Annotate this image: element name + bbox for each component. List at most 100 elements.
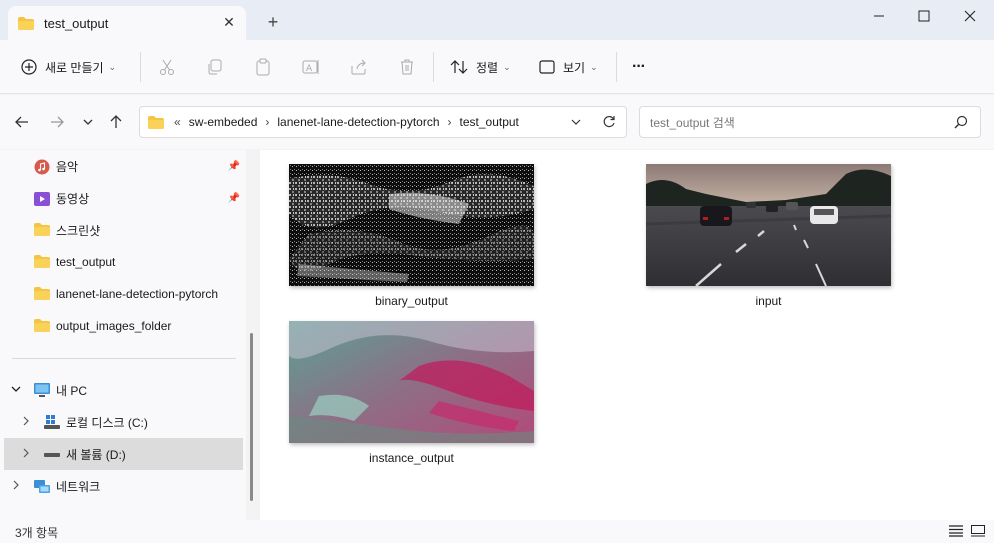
- chevron-right-icon[interactable]: [20, 415, 32, 429]
- new-button[interactable]: 새로 만들기 ⌄: [21, 54, 116, 80]
- sidebar-item-label: output_images_folder: [56, 319, 172, 333]
- minimize-button[interactable]: [856, 0, 902, 32]
- sidebar-item-label: 내 PC: [56, 383, 88, 398]
- cut-icon[interactable]: [157, 57, 177, 77]
- sidebar-item-label: 로컬 디스크 (C:): [66, 415, 148, 430]
- details-view-icon[interactable]: [949, 525, 963, 537]
- sidebar-item-output-images-folder[interactable]: output_images_folder: [34, 310, 246, 342]
- copy-icon[interactable]: [205, 57, 225, 77]
- instance-output-image: [289, 321, 534, 443]
- sidebar-item-screenshots[interactable]: 스크린샷: [34, 214, 246, 246]
- sidebar-item-videos[interactable]: 동영상 📌: [34, 182, 246, 214]
- thumbnail-instance-output[interactable]: [289, 321, 534, 443]
- tab-close-button[interactable]: ✕: [222, 15, 236, 29]
- sidebar-item-network[interactable]: 네트워크: [10, 470, 246, 502]
- sidebar-item-label: lanenet-lane-detection-pytorch: [56, 287, 219, 301]
- view-icon: [539, 60, 555, 74]
- recent-locations-chevron-icon[interactable]: [79, 113, 97, 131]
- command-bar: 새로 만들기 ⌄ A 정렬 ⌄ 보기 ⌄ ···: [0, 40, 994, 94]
- close-button[interactable]: [947, 0, 993, 32]
- refresh-icon[interactable]: [602, 115, 616, 129]
- folder-icon: [34, 255, 50, 269]
- drive-icon: [44, 447, 60, 461]
- network-icon: [34, 479, 50, 493]
- toolbar-divider: [140, 52, 141, 82]
- search-icon[interactable]: [954, 115, 968, 129]
- breadcrumb-test-output[interactable]: test_output: [460, 115, 519, 129]
- sidebar-divider: [12, 358, 236, 359]
- folder-icon: [34, 223, 50, 237]
- sidebar-item-label: 동영상: [56, 191, 90, 206]
- tab-title: test_output: [44, 15, 109, 31]
- new-button-label: 새로 만들기: [45, 60, 104, 75]
- sort-icon: [450, 60, 468, 74]
- file-name-label[interactable]: input: [646, 294, 891, 308]
- sidebar-item-music[interactable]: 음악 📌: [34, 150, 246, 182]
- sidebar-item-local-disk-c[interactable]: 로컬 디스크 (C:): [20, 406, 246, 438]
- folder-icon: [18, 17, 34, 30]
- sidebar-item-label: 스크린샷: [56, 223, 101, 238]
- folder-icon: [34, 287, 50, 301]
- sort-button-label: 정렬: [476, 60, 499, 75]
- paste-icon[interactable]: [253, 57, 273, 77]
- input-image: [646, 164, 891, 286]
- folder-icon: [34, 319, 50, 333]
- item-count: 3개 항목: [15, 526, 59, 540]
- computer-icon: [34, 383, 50, 397]
- sidebar-item-lanenet[interactable]: lanenet-lane-detection-pytorch: [34, 278, 246, 310]
- navigation-bar: « sw-embeded › lanenet-lane-detection-py…: [0, 95, 994, 149]
- title-bar: test_output ✕ +: [0, 0, 994, 40]
- status-bar: 3개 항목: [0, 520, 994, 543]
- video-icon: [34, 191, 50, 206]
- forward-arrow-icon[interactable]: [48, 113, 66, 131]
- thumbnail-input[interactable]: [646, 164, 891, 286]
- file-list: binary_output input instance_output: [260, 150, 994, 520]
- rename-icon[interactable]: A: [301, 57, 321, 77]
- sidebar-item-test-output[interactable]: test_output: [34, 246, 246, 278]
- chevron-right-icon[interactable]: [10, 479, 22, 493]
- maximize-button[interactable]: [901, 0, 947, 32]
- breadcrumb-separator[interactable]: ›: [265, 115, 269, 129]
- view-button[interactable]: 보기 ⌄: [539, 54, 598, 80]
- folder-icon: [148, 115, 164, 129]
- pin-icon[interactable]: 📌: [228, 161, 240, 172]
- file-name-label[interactable]: binary_output: [289, 294, 534, 308]
- more-options-button[interactable]: ···: [632, 54, 646, 80]
- breadcrumb-lanenet[interactable]: lanenet-lane-detection-pytorch: [277, 115, 439, 129]
- sidebar-item-label: 새 볼륨 (D:): [66, 447, 126, 462]
- tiles-view-icon[interactable]: [971, 525, 985, 537]
- share-icon[interactable]: [349, 57, 369, 77]
- sidebar-item-this-pc[interactable]: 내 PC: [10, 374, 246, 406]
- navigation-pane: 음악 📌 동영상 📌 스크린샷 test_output lanenet-lane…: [0, 150, 246, 520]
- breadcrumb-separator[interactable]: ›: [448, 115, 452, 129]
- chevron-down-icon: ⌄: [590, 61, 598, 72]
- sidebar-item-label: test_output: [56, 255, 116, 269]
- toolbar-divider: [616, 52, 617, 82]
- view-button-label: 보기: [563, 60, 586, 75]
- delete-icon[interactable]: [397, 57, 417, 77]
- sort-button[interactable]: 정렬 ⌄: [450, 54, 511, 80]
- tab-test-output[interactable]: test_output ✕: [8, 6, 246, 40]
- chevron-down-icon: ⌄: [108, 61, 117, 72]
- address-dropdown-chevron-icon[interactable]: [570, 116, 582, 128]
- sidebar-item-new-volume-d[interactable]: 새 볼륨 (D:): [4, 438, 243, 470]
- chevron-right-icon[interactable]: [20, 447, 32, 461]
- back-arrow-icon[interactable]: [13, 113, 31, 131]
- thumbnail-binary-output[interactable]: [289, 164, 534, 286]
- search-input[interactable]: test_output 검색: [650, 114, 735, 131]
- breadcrumb-sw-embeded[interactable]: sw-embeded: [189, 115, 258, 129]
- toolbar-divider: [433, 52, 434, 82]
- address-bar[interactable]: « sw-embeded › lanenet-lane-detection-py…: [139, 106, 627, 138]
- sidebar-scrollbar[interactable]: [250, 333, 253, 501]
- up-arrow-icon[interactable]: [107, 113, 125, 131]
- overflow-crumb[interactable]: «: [174, 115, 181, 129]
- search-box[interactable]: test_output 검색: [639, 106, 981, 138]
- pin-icon[interactable]: 📌: [228, 193, 240, 204]
- new-tab-button[interactable]: +: [264, 13, 282, 31]
- windows-drive-icon: [44, 415, 60, 429]
- svg-text:A: A: [306, 64, 313, 74]
- chevron-down-icon[interactable]: [10, 383, 22, 397]
- music-icon: [34, 159, 50, 175]
- file-name-label[interactable]: instance_output: [289, 451, 534, 465]
- add-circle-icon: [21, 59, 37, 75]
